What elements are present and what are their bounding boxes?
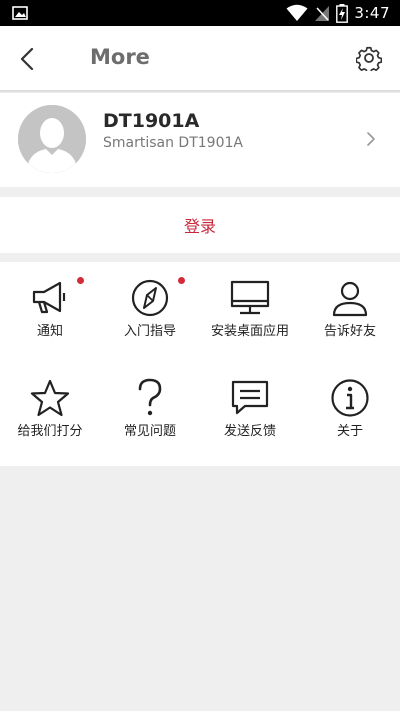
back-button[interactable] xyxy=(12,44,42,74)
grid-item-label: 告诉好友 xyxy=(323,324,376,339)
login-button[interactable]: 登录 xyxy=(0,197,400,253)
status-bar: 3:47 xyxy=(0,0,400,26)
chevron-left-icon xyxy=(20,48,34,70)
question-icon xyxy=(138,378,162,416)
profile-card[interactable]: DT1901A Smartisan DT1901A xyxy=(0,93,400,187)
profile-name: DT1901A xyxy=(103,110,200,132)
feature-grid: 通知 入门指导 安装桌面应用 告诉好友 给我们打分 常见问题 发送反馈 关于 xyxy=(0,262,400,466)
grid-item-send-feedback[interactable]: 发送反馈 xyxy=(200,362,300,458)
info-icon xyxy=(331,379,369,417)
settings-button[interactable] xyxy=(354,43,384,73)
notification-badge xyxy=(77,277,84,284)
grid-item-rate-us[interactable]: 给我们打分 xyxy=(0,362,100,458)
star-icon xyxy=(30,379,70,417)
grid-item-faq[interactable]: 常见问题 xyxy=(100,362,200,458)
top-bar: More xyxy=(0,26,400,93)
wifi-icon xyxy=(286,4,308,21)
monitor-icon xyxy=(230,280,270,315)
page-title: More xyxy=(90,45,150,69)
grid-item-label: 安装桌面应用 xyxy=(210,324,289,339)
grid-item-about[interactable]: 关于 xyxy=(300,362,400,458)
message-icon xyxy=(231,380,269,415)
grid-item-label: 发送反馈 xyxy=(223,424,276,439)
compass-icon xyxy=(131,279,169,317)
status-time: 3:47 xyxy=(354,4,390,22)
login-label: 登录 xyxy=(183,217,216,236)
grid-item-label: 关于 xyxy=(336,424,363,439)
chevron-right-icon xyxy=(367,132,375,146)
person-icon xyxy=(332,281,368,317)
battery-charging-icon xyxy=(336,3,349,23)
avatar xyxy=(18,105,86,173)
grid-item-label: 通知 xyxy=(36,324,63,339)
notification-badge xyxy=(178,277,185,284)
grid-item-label: 常见问题 xyxy=(123,424,176,439)
megaphone-icon xyxy=(32,281,66,314)
gear-icon xyxy=(356,46,382,71)
grid-item-label: 入门指导 xyxy=(123,324,176,339)
grid-item-getting-started[interactable]: 入门指导 xyxy=(100,262,200,358)
default-avatar-icon xyxy=(18,105,86,173)
grid-item-install-desktop-app[interactable]: 安装桌面应用 xyxy=(200,262,300,358)
grid-item-label: 给我们打分 xyxy=(17,424,83,439)
grid-item-tell-friends[interactable]: 告诉好友 xyxy=(300,262,400,358)
grid-item-notifications[interactable]: 通知 xyxy=(0,262,100,358)
image-icon xyxy=(12,6,28,20)
no-signal-icon xyxy=(315,6,330,21)
profile-subtitle: Smartisan DT1901A xyxy=(103,135,243,151)
